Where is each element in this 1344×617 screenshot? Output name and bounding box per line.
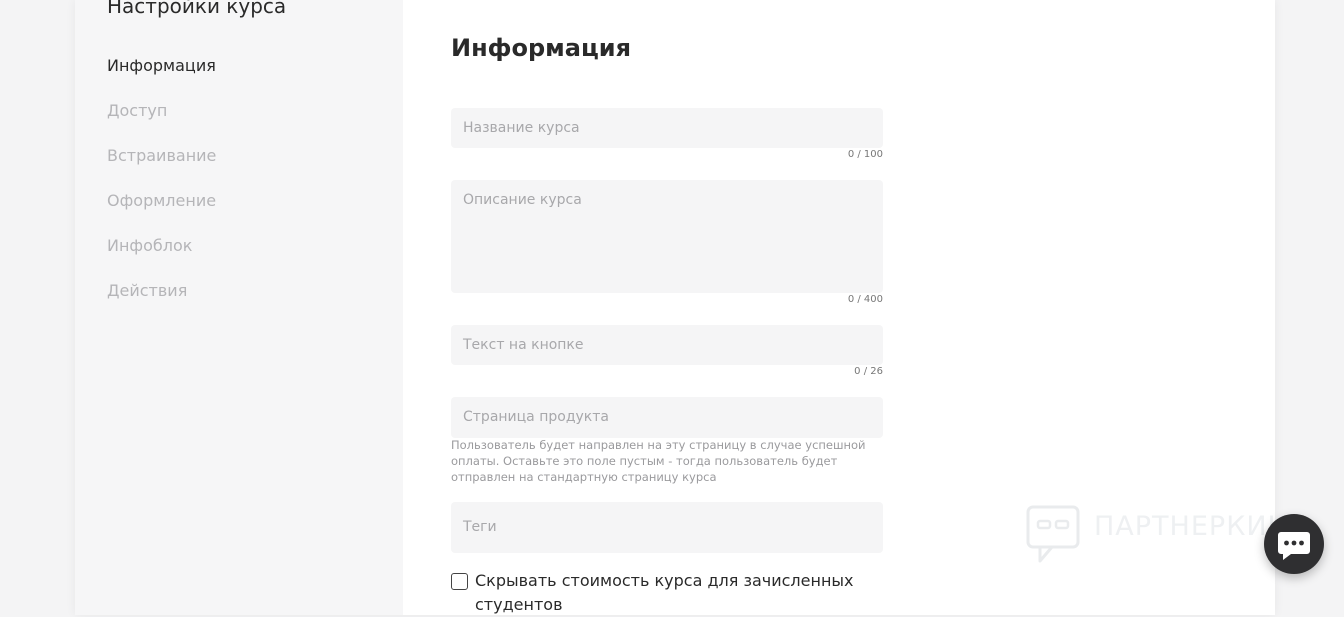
sidebar-item-infoblock[interactable]: Инфоблок xyxy=(107,234,216,279)
course-name-placeholder: Название курса xyxy=(463,120,580,136)
sidebar-item-embedding[interactable]: Встраивание xyxy=(107,144,216,189)
hide-price-label[interactable]: Скрывать стоимость курса для зачисленных… xyxy=(475,569,875,617)
sidebar-nav: Информация Доступ Встраивание Оформление… xyxy=(107,54,216,324)
tags-placeholder: Теги xyxy=(463,519,497,535)
sidebar-item-information[interactable]: Информация xyxy=(107,54,216,99)
course-name-counter: 0 / 100 xyxy=(847,149,883,160)
partnerkin-watermark: ПАРТНЕРКИН xyxy=(1026,505,1296,565)
button-text-placeholder: Текст на кнопке xyxy=(463,337,584,353)
course-description-textarea[interactable]: Описание курса xyxy=(451,180,883,293)
page-title: Информация xyxy=(451,34,631,62)
product-page-hint: Пользователь будет направлен на эту стра… xyxy=(451,438,866,484)
sidebar-item-access[interactable]: Доступ xyxy=(107,99,216,144)
sidebar-item-actions[interactable]: Действия xyxy=(107,279,216,324)
button-text-counter: 0 / 26 xyxy=(854,366,883,377)
course-description-counter: 0 / 400 xyxy=(847,294,883,305)
button-text-input[interactable]: Текст на кнопке xyxy=(451,325,883,365)
product-page-input[interactable]: Страница продукта xyxy=(451,397,883,438)
chat-logo-icon xyxy=(1026,505,1080,563)
course-description-placeholder: Описание курса xyxy=(463,192,582,208)
course-name-input[interactable]: Название курса xyxy=(451,108,883,148)
product-page-placeholder: Страница продукта xyxy=(463,409,609,425)
tags-input[interactable]: Теги xyxy=(451,502,883,553)
chat-bubble-icon xyxy=(1278,532,1310,560)
sidebar-title: Настройки курса xyxy=(107,0,287,18)
sidebar-item-design[interactable]: Оформление xyxy=(107,189,216,234)
hide-price-checkbox[interactable] xyxy=(451,573,468,590)
chat-button[interactable] xyxy=(1264,514,1324,574)
watermark-text: ПАРТНЕРКИН xyxy=(1094,511,1289,542)
sidebar: Настройки курса Информация Доступ Встраи… xyxy=(75,0,403,615)
